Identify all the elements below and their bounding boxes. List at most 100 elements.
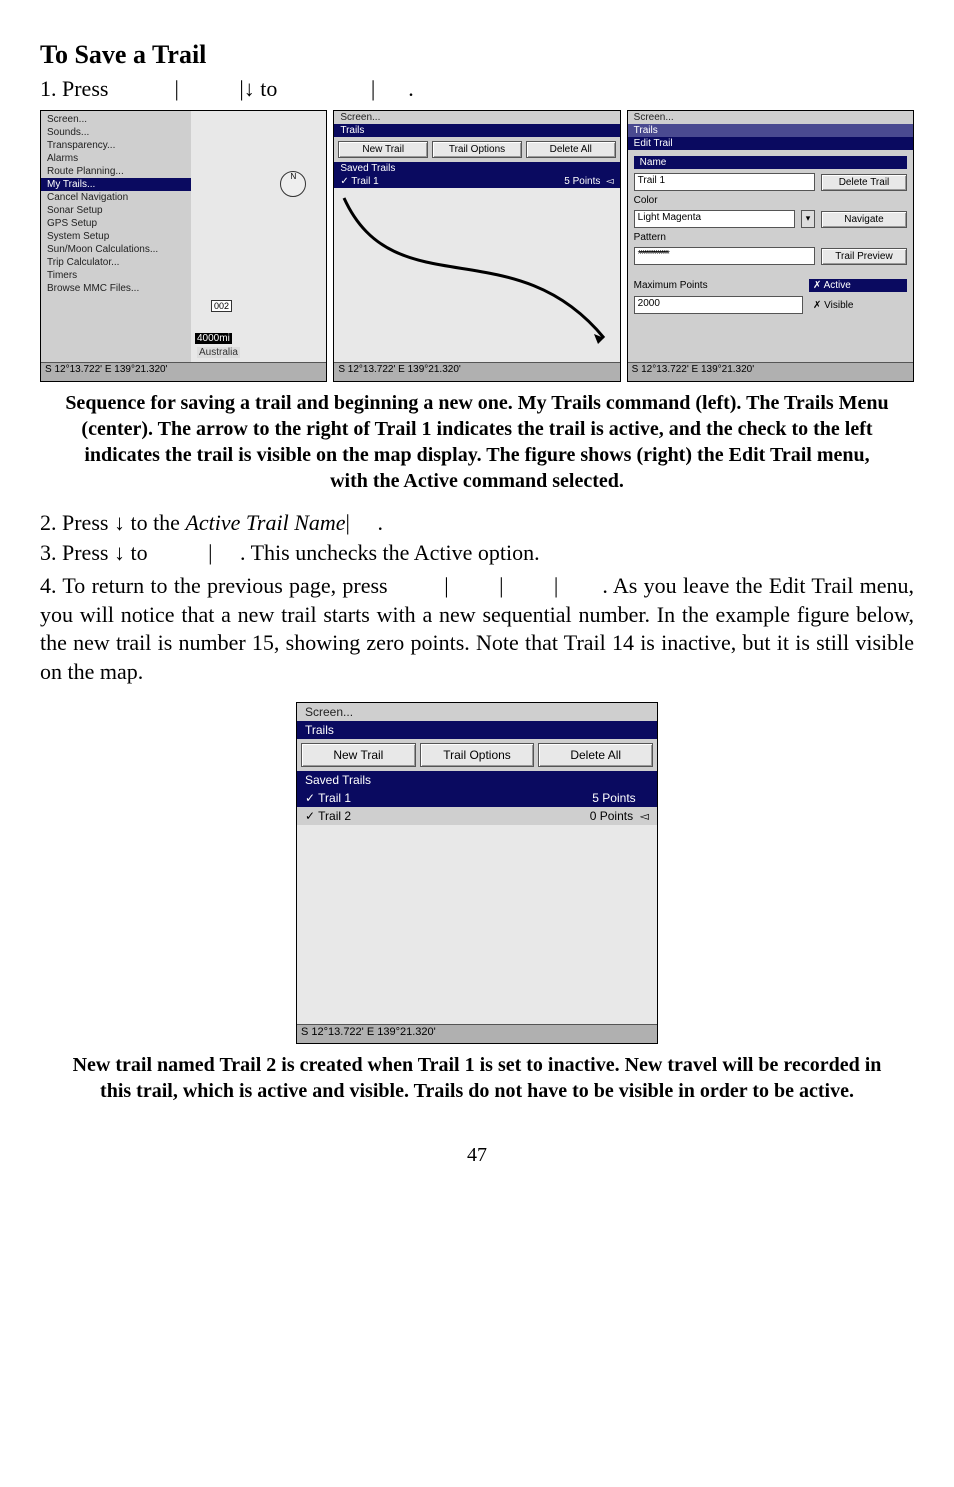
para4-a: 4. To return to the previous page, press: [40, 573, 388, 598]
page-number: 47: [40, 1144, 914, 1167]
step2-a: 2. Press: [40, 510, 114, 535]
trail-1-points: 5 Points: [564, 176, 600, 187]
trails-title: Trails: [334, 124, 619, 137]
max-points-label: Maximum Points: [634, 280, 803, 291]
trail-row-1[interactable]: ✓ Trail 1 5 Points ◅: [334, 175, 619, 188]
step2-b: to the: [125, 510, 186, 535]
visible-label: Visible: [824, 300, 853, 311]
screenshot-trails-new: Screen... Trails New Trail Trail Options…: [296, 702, 658, 1044]
pattern-input[interactable]: ****************: [634, 247, 815, 265]
heading-to-save-trail: To Save a Trail: [40, 40, 914, 70]
edit-trail-form: Name Trail 1 Delete Trail Color Light Ma…: [628, 150, 913, 362]
color-select[interactable]: Light Magenta: [634, 210, 795, 228]
breadcrumb-screen-c: Screen...: [297, 703, 657, 721]
trail-c1-name: ✓ Trail 1: [305, 791, 351, 805]
delete-all-button[interactable]: Delete All: [526, 141, 616, 158]
map-scale: 4000mi: [195, 333, 232, 344]
breadcrumb-screen: Screen...: [334, 111, 619, 124]
menu-screen[interactable]: Screen...: [41, 113, 191, 126]
delete-all-button-c[interactable]: Delete All: [538, 743, 653, 767]
caption-1: Sequence for saving a trail and beginnin…: [64, 390, 890, 494]
arrow-down-icon: ↓: [244, 76, 255, 101]
pipe-1: |: [174, 76, 178, 101]
screenshot-trails-menu: Screen... Trails New Trail Trail Options…: [333, 110, 620, 382]
menu-transparency[interactable]: Transparency...: [41, 139, 191, 152]
pipe-8: |: [554, 573, 558, 598]
trail-options-button-c[interactable]: Trail Options: [420, 743, 535, 767]
menu-sun-moon[interactable]: Sun/Moon Calculations...: [41, 243, 191, 256]
menu-sounds[interactable]: Sounds...: [41, 126, 191, 139]
arrow-down-2-icon: ↓: [114, 510, 125, 535]
step-1: 1. Press | |↓ to | .: [40, 76, 914, 102]
trail-row-c2[interactable]: ✓ Trail 2 0 Points ◅: [297, 807, 657, 825]
status-bar-3: S 12°13.722' E 139°21.320': [628, 362, 913, 381]
max-points-input[interactable]: 2000: [634, 296, 803, 314]
step-2: 2. Press ↓ to the Active Trail Name| .: [40, 510, 914, 536]
saved-trails-label-c: Saved Trails: [297, 771, 657, 789]
name-label: Name: [634, 156, 907, 169]
step1-text-a: 1. Press: [40, 76, 108, 101]
main-menu: Screen... Sounds... Transparency... Alar…: [41, 111, 191, 362]
map-region-label: Australia: [197, 347, 240, 358]
map-background: N 002 4000mi Australia: [191, 111, 326, 362]
check-x-1: ✗: [813, 280, 821, 291]
trails-button-row: New Trail Trail Options Delete All: [334, 137, 619, 162]
center-screenshot-wrap: Screen... Trails New Trail Trail Options…: [40, 702, 914, 1044]
heading-badge: 002: [211, 300, 232, 312]
new-trail-button-c[interactable]: New Trail: [301, 743, 416, 767]
step1-text-b: to: [260, 76, 277, 101]
trails-title-3: Trails: [628, 124, 913, 137]
step3-a: 3. Press: [40, 540, 114, 565]
status-bar-2: S 12°13.722' E 139°21.320': [334, 362, 619, 381]
trail-c2-points: 0 Points: [590, 809, 633, 823]
menu-sonar-setup[interactable]: Sonar Setup: [41, 204, 191, 217]
trails-body-c: [297, 825, 657, 1024]
paragraph-4: 4. To return to the previous page, press…: [40, 572, 914, 686]
status-bar-c: S 12°13.722' E 139°21.320': [297, 1024, 657, 1043]
trail-c1-points: 5 Points: [592, 791, 635, 805]
menu-system-setup[interactable]: System Setup: [41, 230, 191, 243]
trail-preview-button[interactable]: Trail Preview: [821, 248, 907, 265]
check-x-2: ✗: [813, 300, 821, 311]
dot-1: .: [408, 76, 414, 101]
menu-trip-calc[interactable]: Trip Calculator...: [41, 256, 191, 269]
color-label: Color: [634, 195, 907, 206]
pipe-7: |: [499, 573, 503, 598]
pipe-5: |: [208, 540, 212, 565]
screenshot-edit-trail: Screen... Trails Edit Trail Name Trail 1…: [627, 110, 914, 382]
trail-c2-name: ✓ Trail 2: [305, 809, 351, 823]
pattern-label: Pattern: [634, 232, 907, 243]
pipe-3: |: [371, 76, 375, 101]
color-dropdown-icon[interactable]: ▾: [801, 210, 815, 228]
active-checkbox[interactable]: ✗ Active: [809, 279, 907, 292]
breadcrumb-screen-3: Screen...: [628, 111, 913, 124]
step3-c: . This unchecks the Active option.: [240, 540, 540, 565]
menu-alarms[interactable]: Alarms: [41, 152, 191, 165]
pipe-4: |: [346, 510, 350, 535]
trail-row-c1[interactable]: ✓ Trail 1 5 Points: [297, 789, 657, 807]
trail-name-input[interactable]: Trail 1: [634, 173, 815, 191]
navigate-button[interactable]: Navigate: [821, 211, 907, 228]
menu-route-planning[interactable]: Route Planning...: [41, 165, 191, 178]
delete-trail-button[interactable]: Delete Trail: [821, 174, 907, 191]
new-trail-button[interactable]: New Trail: [338, 141, 428, 158]
visible-checkbox[interactable]: ✗ Visible: [809, 299, 907, 312]
trail-options-button[interactable]: Trail Options: [432, 141, 522, 158]
screenshot-row: Screen... Sounds... Transparency... Alar…: [40, 110, 914, 382]
trails-body: [334, 188, 619, 362]
menu-timers[interactable]: Timers: [41, 269, 191, 282]
arrow-down-3-icon: ↓: [114, 540, 125, 565]
screenshot-menu-map: Screen... Sounds... Transparency... Alar…: [40, 110, 327, 382]
step3-b: to: [125, 540, 148, 565]
trail-line-icon: [334, 188, 624, 348]
active-label: Active: [824, 280, 851, 291]
menu-cancel-nav[interactable]: Cancel Navigation: [41, 191, 191, 204]
trails-button-row-c: New Trail Trail Options Delete All: [297, 739, 657, 771]
active-trail-name-italic: Active Trail Name: [185, 510, 345, 535]
pipe-6: |: [444, 573, 448, 598]
menu-my-trails[interactable]: My Trails...: [41, 178, 191, 191]
menu-browse-mmc[interactable]: Browse MMC Files...: [41, 282, 191, 295]
active-arrow-icon: ◅: [606, 176, 614, 187]
saved-trails-label: Saved Trails: [334, 162, 619, 175]
menu-gps-setup[interactable]: GPS Setup: [41, 217, 191, 230]
